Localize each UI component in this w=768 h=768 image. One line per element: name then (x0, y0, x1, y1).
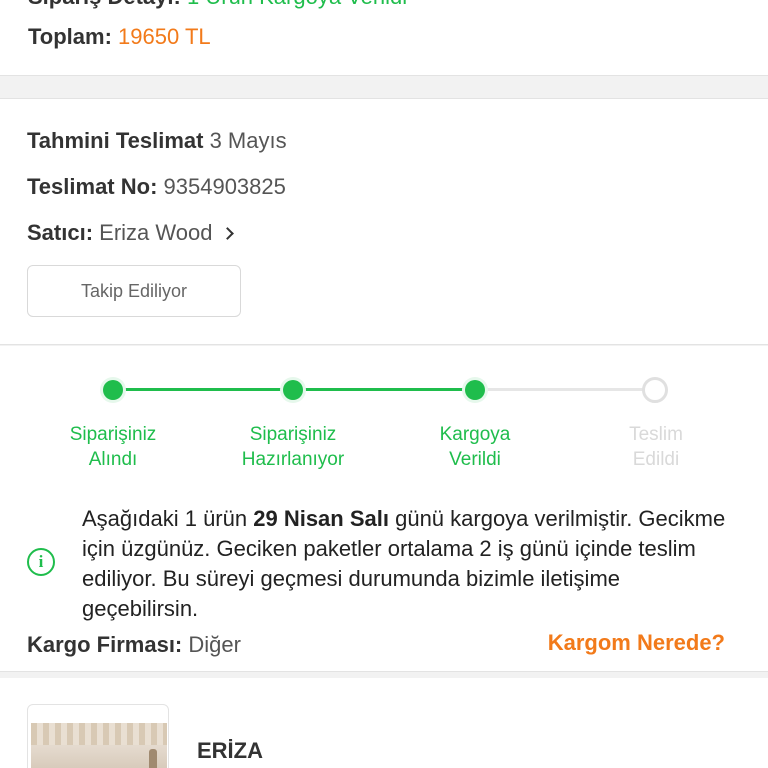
product-brand: ERİZA (197, 738, 263, 763)
order-total-row: Toplam: 19650 TL (28, 24, 211, 50)
delivery-number-label: Teslimat No: (27, 174, 158, 199)
order-detail-label: Sipariş Detayı: (28, 0, 181, 9)
delivery-number-row: Teslimat No: 9354903825 (27, 174, 286, 200)
follow-button[interactable]: Takip Ediliyor (27, 265, 241, 317)
shipping-notice: Aşağıdaki 1 ürün 29 Nisan Salı günü karg… (82, 506, 726, 621)
order-detail-value: 1 Ürün Kargoya Verildi (187, 0, 407, 9)
step-label-received: Siparişiniz Alındı (69, 424, 157, 470)
info-icon: i (27, 548, 55, 576)
product-photo (31, 723, 167, 768)
seller-row[interactable]: Satıcı: Eriza Wood (27, 220, 234, 246)
product-image[interactable] (27, 704, 169, 768)
chevron-right-icon[interactable] (220, 227, 234, 240)
order-summary-card: Sipariş Detayı: 1 Ürün Kargoya Verildi T… (0, 0, 768, 76)
where-is-my-cargo-link[interactable]: Kargom Nerede? (548, 630, 725, 656)
estimated-delivery-label: Tahmini Teslimat (27, 128, 204, 153)
seller-link[interactable]: Eriza Wood (99, 220, 212, 245)
estimated-delivery-value: 3 Mayıs (209, 128, 287, 153)
cargo-company-row: Kargo Firması: Diğer (27, 632, 241, 658)
cargo-company-value: Diğer (188, 632, 241, 657)
order-total-value: 19650 TL (118, 24, 211, 49)
step-dot-received (103, 380, 123, 400)
tracking-card: Siparişiniz Alındı Siparişiniz Hazırlanı… (0, 346, 768, 672)
order-progress-stepper: Siparişiniz Alındı Siparişiniz Hazırlanı… (0, 346, 768, 476)
step-label-delivered: Teslim Edildi (629, 424, 683, 470)
cargo-company-label: Kargo Firması: (27, 632, 183, 657)
step-label-preparing: Siparişiniz Hazırlanıyor (241, 424, 345, 470)
product-card[interactable]: ERİZA (0, 678, 768, 768)
step-dot-preparing (283, 380, 303, 400)
estimated-delivery-row: Tahmini Teslimat 3 Mayıs (27, 128, 287, 154)
seller-label: Satıcı: (27, 220, 94, 245)
step-dot-delivered (642, 377, 668, 403)
delivery-info-card: Tahmini Teslimat 3 Mayıs Teslimat No: 93… (0, 98, 768, 345)
step-label-shipped: Kargoya Verildi (439, 424, 511, 470)
order-total-label: Toplam: (28, 24, 112, 49)
step-dot-shipped (465, 380, 485, 400)
order-detail-row: Sipariş Detayı: 1 Ürün Kargoya Verildi (28, 0, 407, 10)
progress-line-pending (475, 388, 655, 391)
delivery-number-value: 9354903825 (163, 174, 286, 199)
